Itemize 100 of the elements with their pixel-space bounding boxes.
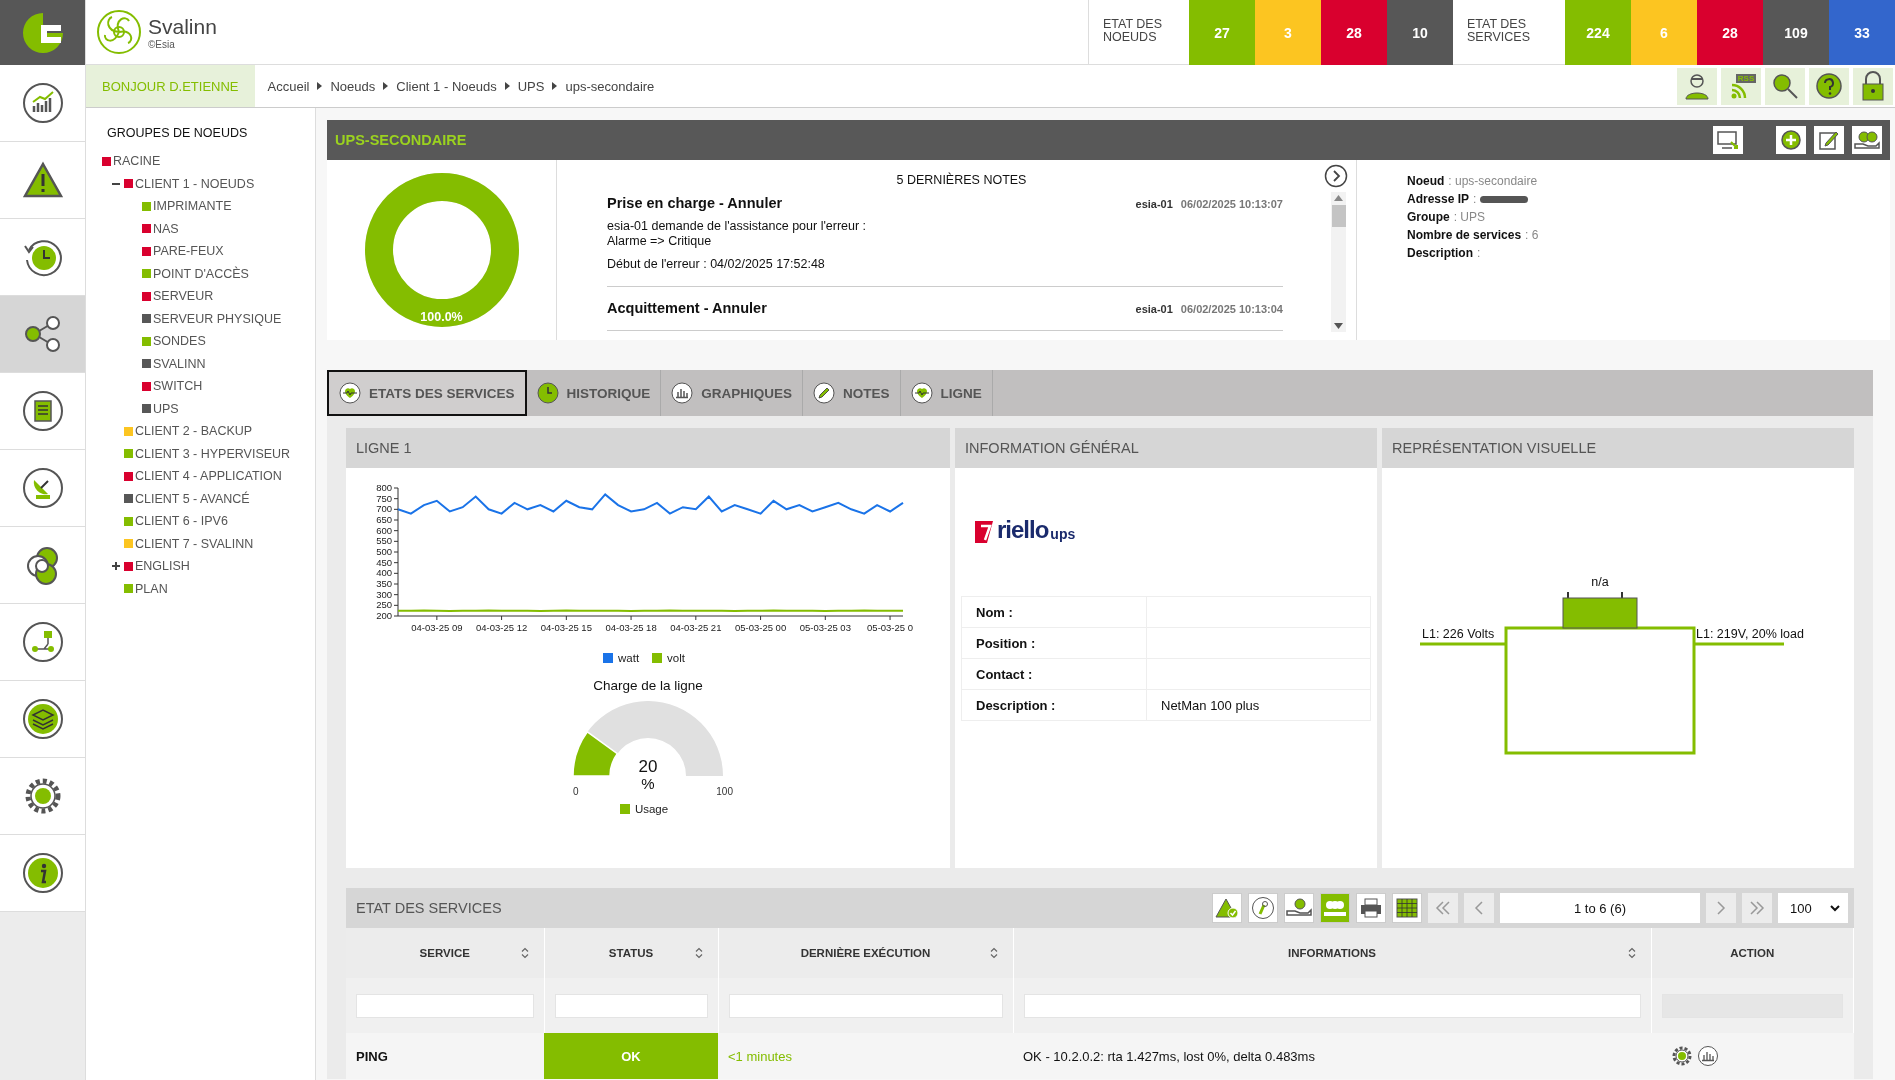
section-title: ETAT DES SERVICES bbox=[356, 900, 502, 916]
page-size-select[interactable]: 100 bbox=[1778, 893, 1848, 923]
gauge-title: Charge de la ligne bbox=[593, 678, 703, 693]
nav-item[interactable] bbox=[0, 296, 85, 373]
edit-button[interactable] bbox=[1814, 126, 1844, 154]
stat-label: ETAT DES SERVICES bbox=[1466, 16, 1531, 46]
chevron-right-icon bbox=[1716, 901, 1726, 915]
hand-gear-icon bbox=[1854, 129, 1880, 151]
filter-field[interactable] bbox=[554, 993, 708, 1018]
tab[interactable]: NOTES bbox=[803, 370, 901, 416]
status-count[interactable]: 109 bbox=[1763, 0, 1829, 65]
tree-item[interactable]: CLIENT 4 - APPLICATION bbox=[135, 469, 282, 484]
tree-item[interactable]: CLIENT 2 - BACKUP bbox=[135, 424, 253, 439]
table-cell: OK - 10.2.0.2: rta 1.427ms, lost 0%, delta 0.483ms bbox=[1013, 1033, 1651, 1079]
status-count[interactable]: 28 bbox=[1321, 0, 1387, 65]
tree-item[interactable]: CLIENT 6 - IPV6 bbox=[135, 514, 228, 529]
tab[interactable]: ETATS DES SERVICES bbox=[327, 370, 527, 416]
filter-field[interactable] bbox=[356, 993, 534, 1018]
output-label: L1: 219V, 20% load bbox=[1696, 627, 1804, 641]
filter-field[interactable] bbox=[1023, 993, 1641, 1018]
settings-icon[interactable] bbox=[1671, 1045, 1693, 1067]
scroll-up-icon[interactable] bbox=[1334, 195, 1343, 201]
column-header[interactable]: INFORMATIONS bbox=[1013, 928, 1651, 978]
field-label: Nom : bbox=[961, 596, 1147, 628]
table-cell: PING bbox=[346, 1033, 544, 1079]
column-header[interactable]: DERNIÈRE EXÉCUTION bbox=[718, 928, 1013, 978]
column-header[interactable]: STATUS bbox=[544, 928, 718, 978]
y-tick-label: 200 bbox=[376, 610, 392, 621]
breadcrumb-link[interactable]: UPS bbox=[517, 78, 545, 94]
breadcrumb-link[interactable]: Accueil bbox=[267, 78, 310, 94]
bar-chart-icon[interactable] bbox=[1697, 1045, 1719, 1067]
caret-icon bbox=[504, 82, 510, 90]
monitor-button[interactable] bbox=[1713, 126, 1743, 154]
gauge-value: 20 bbox=[638, 757, 658, 777]
device-label: n/a bbox=[1591, 575, 1609, 589]
user-button[interactable] bbox=[1677, 67, 1717, 105]
tree-item[interactable]: IMPRIMANTE bbox=[153, 199, 232, 214]
tree-item[interactable]: PARE-FEUX bbox=[153, 244, 224, 259]
scrollbar[interactable] bbox=[1331, 192, 1346, 332]
filter-button[interactable] bbox=[1392, 893, 1422, 923]
add-button[interactable] bbox=[1776, 126, 1806, 154]
tree-item[interactable]: SERVEUR PHYSIQUE bbox=[153, 311, 282, 326]
panel-title: LIGNE 1 bbox=[346, 428, 950, 468]
tree-title: GROUPES DE NOEUDS bbox=[107, 126, 249, 140]
tab[interactable]: HISTORIQUE bbox=[526, 370, 662, 416]
status-count[interactable]: 10 bbox=[1387, 0, 1453, 65]
y-tick-label: 750 bbox=[376, 492, 392, 504]
tree-item[interactable]: UPS bbox=[153, 401, 179, 416]
tree-item[interactable]: CLIENT 1 - NOEUDS bbox=[135, 176, 255, 191]
note-date: 06/02/2025 10:13:04 bbox=[1180, 303, 1283, 315]
next-icon[interactable] bbox=[1324, 164, 1348, 188]
filter-button[interactable] bbox=[1356, 893, 1386, 923]
document-icon bbox=[21, 390, 64, 432]
tree-item[interactable]: POINT D'ACCÈS bbox=[153, 266, 249, 281]
gauge-unit: % bbox=[641, 775, 655, 792]
tree-item[interactable]: CLIENT 3 - HYPERVISEUR bbox=[135, 446, 291, 461]
caret-icon bbox=[383, 82, 389, 90]
tree-item[interactable]: PLAN bbox=[135, 581, 168, 596]
y-tick-label: 400 bbox=[376, 567, 392, 579]
status-count[interactable]: 33 bbox=[1829, 0, 1895, 65]
tab[interactable]: LIGNE bbox=[900, 370, 993, 416]
search-button[interactable] bbox=[1765, 67, 1805, 105]
toggle-icon[interactable] bbox=[112, 562, 120, 571]
tree-item[interactable]: NAS bbox=[153, 221, 179, 236]
x-tick-label: 05-03-25 0 bbox=[867, 622, 914, 633]
pencil-icon bbox=[813, 382, 836, 404]
tree-item[interactable]: CLIENT 5 - AVANCÉ bbox=[135, 491, 250, 506]
tree-item[interactable]: SERVEUR bbox=[153, 289, 214, 304]
panel-title: REPRÉSENTATION VISUELLE bbox=[1382, 428, 1854, 468]
tree-item[interactable]: SWITCH bbox=[153, 379, 203, 394]
breadcrumb-link[interactable]: Noeuds bbox=[330, 78, 376, 94]
filter-button[interactable] bbox=[1248, 893, 1278, 923]
tree-item[interactable]: ENGLISH bbox=[135, 559, 190, 574]
tree-item[interactable]: SONDES bbox=[153, 334, 206, 349]
x-tick-label: 04-03-25 18 bbox=[605, 622, 657, 633]
filter-field[interactable] bbox=[728, 993, 1003, 1018]
breadcrumb-link[interactable]: Client 1 - Noeuds bbox=[396, 78, 497, 94]
scrollbar-thumb[interactable] bbox=[1331, 205, 1346, 227]
tree-item[interactable]: SVALINN bbox=[153, 356, 206, 371]
edit-icon bbox=[1818, 129, 1840, 151]
hand-gear-button[interactable] bbox=[1852, 126, 1882, 154]
gauge-max: 100 bbox=[716, 786, 733, 797]
filter-button[interactable] bbox=[1284, 893, 1314, 923]
column-header[interactable]: ACTION bbox=[1651, 928, 1854, 978]
tree-item[interactable]: RACINE bbox=[113, 154, 161, 169]
page-range-field[interactable]: 1 to 6 (6) bbox=[1500, 893, 1700, 923]
node-title: UPS-SECONDAIRE bbox=[335, 132, 467, 148]
tab[interactable]: GRAPHIQUES bbox=[661, 370, 804, 416]
filter-button[interactable] bbox=[1212, 893, 1242, 923]
stat-label: ETAT DES NOEUDS bbox=[1102, 16, 1164, 46]
tree-item[interactable]: CLIENT 7 - SVALINN bbox=[135, 536, 254, 551]
x-tick-label: 05-03-25 00 bbox=[734, 622, 787, 633]
scroll-down-icon[interactable] bbox=[1334, 323, 1343, 329]
column-header[interactable]: SERVICE bbox=[346, 928, 544, 978]
rss-badge: RSS bbox=[1735, 73, 1757, 83]
lock-button[interactable] bbox=[1853, 67, 1893, 105]
help-button[interactable] bbox=[1809, 67, 1849, 105]
breadcrumb-link[interactable]: ups-secondaire bbox=[565, 78, 655, 94]
layers-icon bbox=[21, 698, 64, 740]
status-count[interactable]: 28 bbox=[1697, 0, 1763, 65]
